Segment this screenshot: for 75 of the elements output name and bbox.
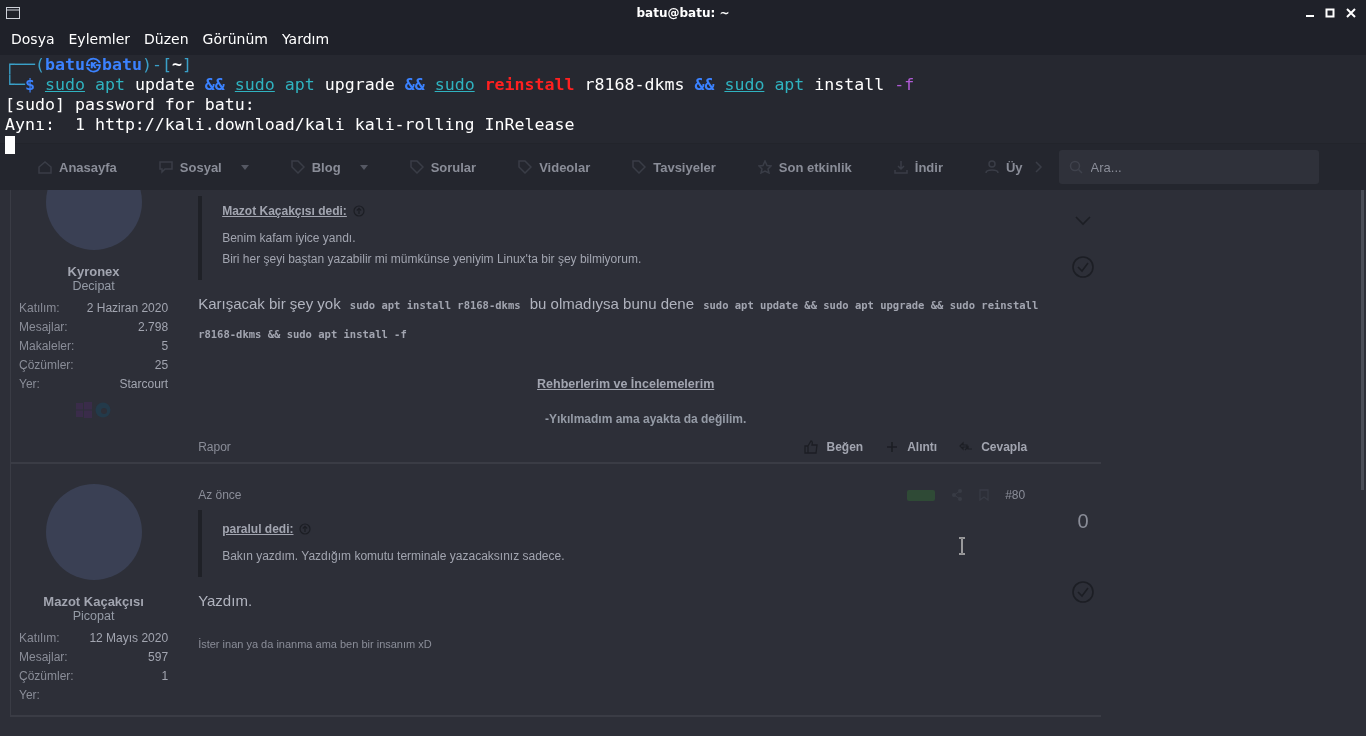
tag-icon bbox=[290, 160, 305, 174]
close-icon bbox=[1346, 8, 1356, 18]
stat-value: 5 bbox=[161, 339, 169, 355]
house-icon bbox=[38, 160, 52, 174]
menu-item[interactable]: Düzen bbox=[137, 31, 196, 47]
stat-label: Katılım: bbox=[19, 631, 60, 647]
stat-label: Yer: bbox=[19, 688, 40, 704]
badge bbox=[907, 489, 936, 501]
window-title: batu@batu: ~ bbox=[635, 6, 731, 20]
post-number[interactable]: #80 bbox=[1005, 488, 1026, 502]
download-icon bbox=[893, 160, 908, 174]
stat-value: 12 Mayıs 2020 bbox=[89, 631, 169, 647]
chevron-right-icon bbox=[1034, 161, 1043, 173]
vote-score: 0 bbox=[1077, 510, 1089, 533]
menu-item[interactable]: Dosya bbox=[4, 31, 62, 47]
stat-value: 2.798 bbox=[138, 320, 169, 336]
username[interactable]: Mazot Kaçakçısı bbox=[19, 594, 169, 609]
nav-tab[interactable]: Tavsiyeler bbox=[620, 159, 716, 175]
action-button[interactable]: Cevapla bbox=[959, 440, 1028, 454]
username[interactable]: Kyronex bbox=[19, 264, 169, 279]
speech-bubble-icon bbox=[158, 160, 173, 174]
quote-author-link[interactable]: paralul dedi: bbox=[222, 522, 294, 536]
user-rank: Decipat bbox=[71, 279, 116, 293]
tag-icon bbox=[518, 160, 533, 174]
minimize-icon bbox=[1306, 15, 1314, 17]
stat-label: Mesajlar: bbox=[19, 650, 68, 666]
stat-label: Katılım: bbox=[19, 301, 60, 317]
quote-author-link[interactable]: Mazot Kaçakçısı dedi: bbox=[222, 204, 347, 218]
menu-item[interactable]: Yardım bbox=[275, 31, 337, 47]
menu-item[interactable]: Görünüm bbox=[195, 31, 275, 47]
terminal-line: ┌──(batu㉿batu)-[~] bbox=[5, 55, 193, 75]
nav-tab[interactable]: İndir bbox=[881, 159, 943, 175]
stat-value: 597 bbox=[148, 650, 169, 666]
text-cursor-icon bbox=[958, 537, 966, 555]
signature-text: İster inan ya da inanma ama ben bir insanım xD bbox=[198, 638, 433, 650]
user-icon bbox=[985, 160, 999, 174]
post-time[interactable]: Az önce bbox=[198, 488, 242, 502]
stat-value: 25 bbox=[154, 358, 169, 374]
stat-label: Makaleler: bbox=[19, 339, 75, 355]
action-button[interactable]: Alıntı bbox=[885, 440, 938, 454]
stat-value: 2 Haziran 2020 bbox=[86, 301, 169, 317]
action-button[interactable]: Beğen bbox=[804, 440, 864, 454]
nav-tab[interactable]: Videolar bbox=[506, 159, 591, 175]
quote-text: Biri her şeyi baştan yazabilir mi mümkünse yeniyim Linux'ta bir şey bilmiyorum. bbox=[222, 251, 643, 268]
stat-label: Çözümler: bbox=[19, 669, 74, 685]
quote-text: Bakın yazdım. Yazdığım komutu terminale yazacaksınız sadece. bbox=[222, 548, 566, 565]
report-link[interactable]: Rapor bbox=[198, 440, 231, 454]
signature-link[interactable]: Rehberlerim ve İncelemelerim bbox=[537, 377, 715, 391]
nav-tab[interactable]: Blog bbox=[278, 159, 368, 175]
stat-label: Çözümler: bbox=[19, 358, 74, 374]
quote-text: Benim kafam iyice yandı. bbox=[222, 230, 357, 247]
tag-icon bbox=[632, 160, 647, 174]
nav-tab[interactable]: Son etkinlik bbox=[745, 159, 852, 175]
terminal-line: Aynı: 1 http://kali.download/kali kali-rolling InRelease bbox=[5, 115, 576, 135]
star-icon bbox=[757, 160, 772, 174]
nav-tab[interactable]: Sorular bbox=[397, 159, 477, 175]
search-field[interactable]: Ara... bbox=[1058, 150, 1319, 184]
stat-value: Starcourt bbox=[119, 377, 169, 393]
menu-item[interactable]: Eylemler bbox=[61, 31, 138, 47]
nav-tab[interactable]: Anasayfa bbox=[26, 159, 117, 175]
user-rank: Picopat bbox=[71, 609, 116, 623]
terminal-line: [sudo] password for batu: bbox=[5, 95, 256, 115]
terminal-line: └─$ sudo apt update && sudo apt upgrade && sudo reinstall r8168-dkms && sudo apt install -f bbox=[5, 75, 915, 95]
terminal-cursor bbox=[5, 136, 15, 154]
post-text: Karışacak bir şey yok sudo apt install r8168-dkms bu olmadıysa bunu dene sudo apt update && sudo apt upgrade && sudo reinstall r8168-dkms && sudo apt install -f bbox=[198, 294, 1040, 342]
signature-text: -Yıkılmadım ama ayakta da değilim. bbox=[543, 412, 748, 426]
stat-value: 1 bbox=[161, 669, 169, 685]
terminal-icon bbox=[6, 7, 20, 19]
nav-tab[interactable]: Sosyal bbox=[146, 159, 249, 175]
maximize-icon bbox=[1325, 8, 1335, 18]
nav-tab[interactable]: Üy bbox=[973, 159, 1023, 175]
post-text: Yazdım. bbox=[198, 591, 254, 611]
stat-label: Yer: bbox=[19, 377, 40, 393]
tag-icon bbox=[409, 160, 424, 174]
stat-label: Mesajlar: bbox=[19, 320, 68, 336]
